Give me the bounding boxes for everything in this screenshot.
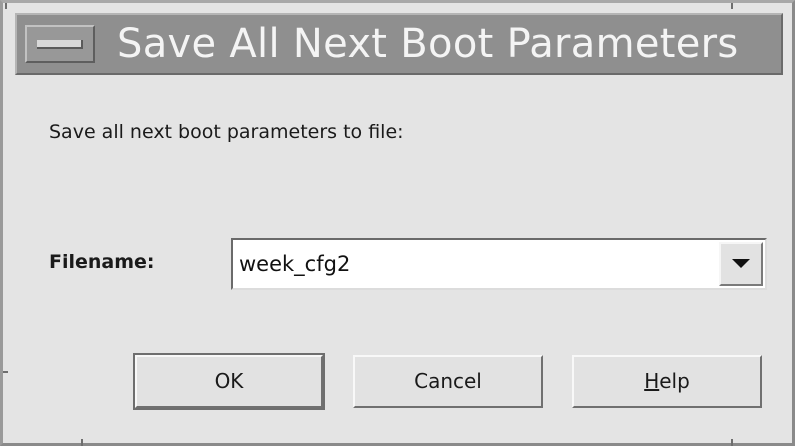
resize-handle-top-right[interactable]	[731, 3, 733, 9]
help-button[interactable]: Help	[572, 355, 762, 408]
chevron-down-icon	[732, 259, 750, 268]
resize-handle-bottom-left[interactable]	[81, 439, 83, 446]
filename-label: Filename:	[49, 251, 155, 273]
cancel-button-label: Cancel	[414, 369, 482, 393]
cancel-button[interactable]: Cancel	[353, 355, 543, 408]
help-mnemonic: H	[644, 369, 660, 393]
resize-handle-bottom-right[interactable]	[731, 439, 733, 446]
resize-handle-left[interactable]	[3, 371, 8, 373]
dialog-window: Save All Next Boot Parameters Save all n…	[0, 0, 795, 446]
filename-combobox[interactable]: week_cfg2	[231, 238, 767, 290]
window-menu-icon	[37, 40, 83, 49]
ok-button[interactable]: OK	[133, 353, 325, 410]
help-button-label: elp	[659, 369, 690, 393]
filename-dropdown-button[interactable]	[719, 242, 763, 286]
title-bar[interactable]: Save All Next Boot Parameters	[15, 13, 783, 75]
dialog-prompt: Save all next boot parameters to file:	[49, 121, 404, 143]
window-menu-button[interactable]	[25, 25, 95, 63]
resize-handle-top-left[interactable]	[5, 3, 7, 9]
ok-button-label: OK	[214, 369, 244, 393]
window-title: Save All Next Boot Parameters	[117, 21, 739, 67]
filename-field[interactable]: week_cfg2	[239, 252, 350, 276]
